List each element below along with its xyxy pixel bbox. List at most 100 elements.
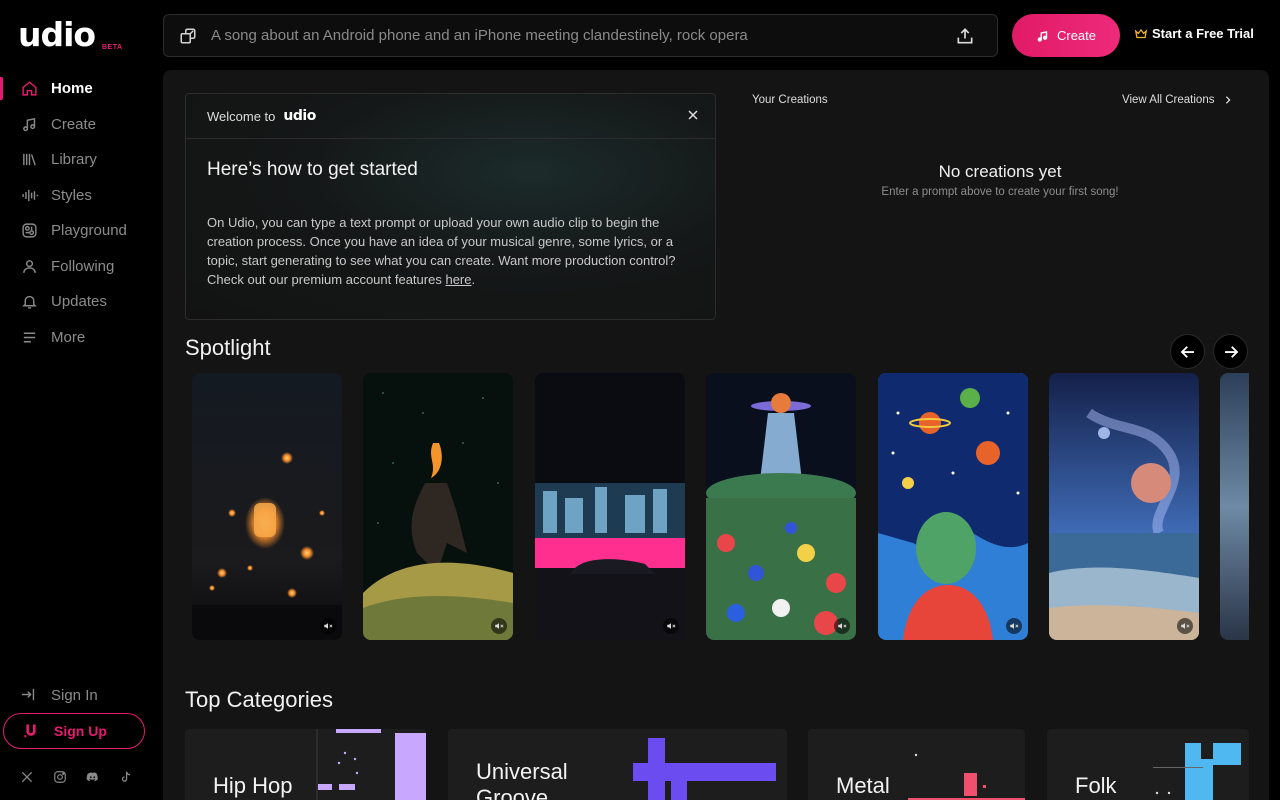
nebula-beach-art bbox=[1049, 373, 1199, 640]
sign-in-label: Sign In bbox=[51, 686, 98, 704]
music-sparkle-icon bbox=[1036, 29, 1050, 43]
mute-icon[interactable] bbox=[834, 618, 850, 634]
create-button-label: Create bbox=[1056, 28, 1097, 43]
mute-icon[interactable] bbox=[1006, 618, 1022, 634]
udio-u-icon bbox=[23, 722, 41, 740]
ufo-flowers-art bbox=[706, 373, 856, 640]
arrow-right-icon bbox=[1222, 343, 1240, 361]
category-card-metal[interactable]: Metal bbox=[808, 729, 1025, 800]
discord-icon[interactable] bbox=[84, 768, 101, 785]
waveform-icon bbox=[20, 186, 38, 204]
sidebar-item-create[interactable]: Create bbox=[0, 107, 163, 143]
udio-logo[interactable]: udio BETA bbox=[18, 18, 128, 58]
mute-icon[interactable] bbox=[663, 618, 679, 634]
welcome-header: Welcome to udio bbox=[186, 94, 715, 139]
sidebar-item-label: Following bbox=[51, 257, 115, 275]
sky-lanterns-art bbox=[192, 373, 342, 640]
sidebar-item-home[interactable]: Home bbox=[0, 71, 163, 107]
welcome-body-end: . bbox=[471, 272, 476, 287]
spotlight-card[interactable] bbox=[1049, 373, 1199, 640]
menu-icon bbox=[20, 328, 38, 346]
carousel-next-button[interactable] bbox=[1213, 334, 1248, 369]
library-icon bbox=[20, 151, 38, 169]
spotlight-card[interactable] bbox=[706, 373, 856, 640]
atom-icon bbox=[20, 222, 38, 240]
category-label: Folk bbox=[1075, 773, 1117, 798]
sidebar-item-playground[interactable]: Playground bbox=[0, 213, 163, 249]
spotlight-card[interactable] bbox=[192, 373, 342, 640]
upload-icon[interactable] bbox=[955, 26, 975, 46]
create-button[interactable]: Create bbox=[1012, 14, 1120, 57]
mute-icon[interactable] bbox=[491, 618, 507, 634]
partial-card-art bbox=[1220, 373, 1249, 640]
welcome-body-text: On Udio, you can type a text prompt or u… bbox=[207, 215, 676, 287]
sign-up-label: Sign Up bbox=[54, 723, 107, 739]
sidebar-item-following[interactable]: Following bbox=[0, 249, 163, 285]
carousel-prev-button[interactable] bbox=[1170, 334, 1205, 369]
bell-icon bbox=[20, 293, 38, 311]
sign-up-button[interactable]: Sign Up bbox=[3, 713, 145, 749]
user-icon bbox=[20, 257, 38, 275]
top-categories-title: Top Categories bbox=[185, 687, 333, 712]
view-all-creations-link[interactable]: View All Creations bbox=[1122, 94, 1233, 106]
x-icon[interactable] bbox=[18, 768, 35, 785]
sidebar-item-label: Updates bbox=[51, 293, 107, 311]
sidebar-item-label: Library bbox=[51, 151, 97, 169]
spotlight-card[interactable] bbox=[535, 373, 685, 640]
sidebar-item-label: Styles bbox=[51, 186, 92, 204]
spotlight-title: Spotlight bbox=[185, 335, 271, 360]
category-card-hip-hop[interactable]: Hip Hop bbox=[185, 729, 426, 800]
premium-features-link[interactable]: here bbox=[445, 272, 471, 287]
sign-in-button[interactable]: Sign In bbox=[20, 684, 98, 706]
instagram-icon[interactable] bbox=[51, 768, 68, 785]
category-label: Metal bbox=[836, 773, 890, 798]
category-label: Hip Hop bbox=[213, 773, 293, 798]
sidebar-item-more[interactable]: More bbox=[0, 320, 163, 356]
prompt-input[interactable] bbox=[211, 27, 955, 44]
tiktok-icon[interactable] bbox=[117, 768, 134, 785]
your-creations-title: Your Creations bbox=[752, 94, 828, 106]
category-label: Universal Groove bbox=[476, 759, 568, 800]
prompt-bar bbox=[163, 14, 998, 57]
sidebar-nav: Home Create Library Styles Playground Fo… bbox=[0, 71, 163, 355]
spotlight-card[interactable] bbox=[363, 373, 513, 640]
beta-badge: BETA bbox=[102, 44, 123, 51]
cosmic-girl-art bbox=[878, 373, 1028, 640]
free-trial-link[interactable]: Start a Free Trial bbox=[1134, 26, 1254, 41]
welcome-card: Welcome to udio Here’s how to get starte… bbox=[185, 93, 716, 320]
sidebar-item-label: Home bbox=[51, 80, 93, 98]
spotlight-card[interactable] bbox=[878, 373, 1028, 640]
welcome-title: Here’s how to get started bbox=[207, 159, 418, 180]
free-trial-label: Start a Free Trial bbox=[1152, 26, 1254, 41]
sign-in-icon bbox=[20, 686, 38, 704]
chevron-right-icon bbox=[1223, 95, 1233, 105]
neon-city-art bbox=[535, 373, 685, 640]
mute-icon[interactable] bbox=[320, 618, 336, 634]
sidebar-item-styles[interactable]: Styles bbox=[0, 178, 163, 214]
empty-state-subtitle: Enter a prompt above to create your firs… bbox=[881, 186, 1119, 198]
burning-rider-art bbox=[363, 373, 513, 640]
close-icon[interactable] bbox=[687, 108, 701, 122]
sidebar-item-updates[interactable]: Updates bbox=[0, 284, 163, 320]
sidebar-item-library[interactable]: Library bbox=[0, 142, 163, 178]
empty-state-title: No creations yet bbox=[938, 162, 1062, 181]
social-links bbox=[18, 768, 134, 785]
music-note-icon bbox=[20, 115, 38, 133]
spotlight-carousel bbox=[192, 373, 1249, 640]
prompt-type-icon[interactable] bbox=[179, 27, 197, 45]
welcome-body: On Udio, you can type a text prompt or u… bbox=[207, 213, 702, 289]
sidebar-item-label: Create bbox=[51, 115, 97, 133]
main-panel: Welcome to udio Here’s how to get starte… bbox=[163, 70, 1269, 800]
welcome-brand-logo: udio bbox=[283, 108, 316, 124]
arrow-left-icon bbox=[1179, 343, 1197, 361]
category-card-universal-groove[interactable]: Universal Groove bbox=[448, 729, 787, 800]
sidebar-item-label: More bbox=[51, 328, 86, 346]
sidebar-item-label: Playground bbox=[51, 222, 127, 240]
view-all-label: View All Creations bbox=[1122, 94, 1215, 106]
home-icon bbox=[20, 80, 38, 98]
mute-icon[interactable] bbox=[1177, 618, 1193, 634]
category-card-folk[interactable]: Folk bbox=[1047, 729, 1249, 800]
sidebar: udio BETA Home Create Library Styles Pla… bbox=[0, 0, 163, 800]
crown-icon bbox=[1134, 27, 1148, 41]
spotlight-card[interactable] bbox=[1220, 373, 1249, 640]
